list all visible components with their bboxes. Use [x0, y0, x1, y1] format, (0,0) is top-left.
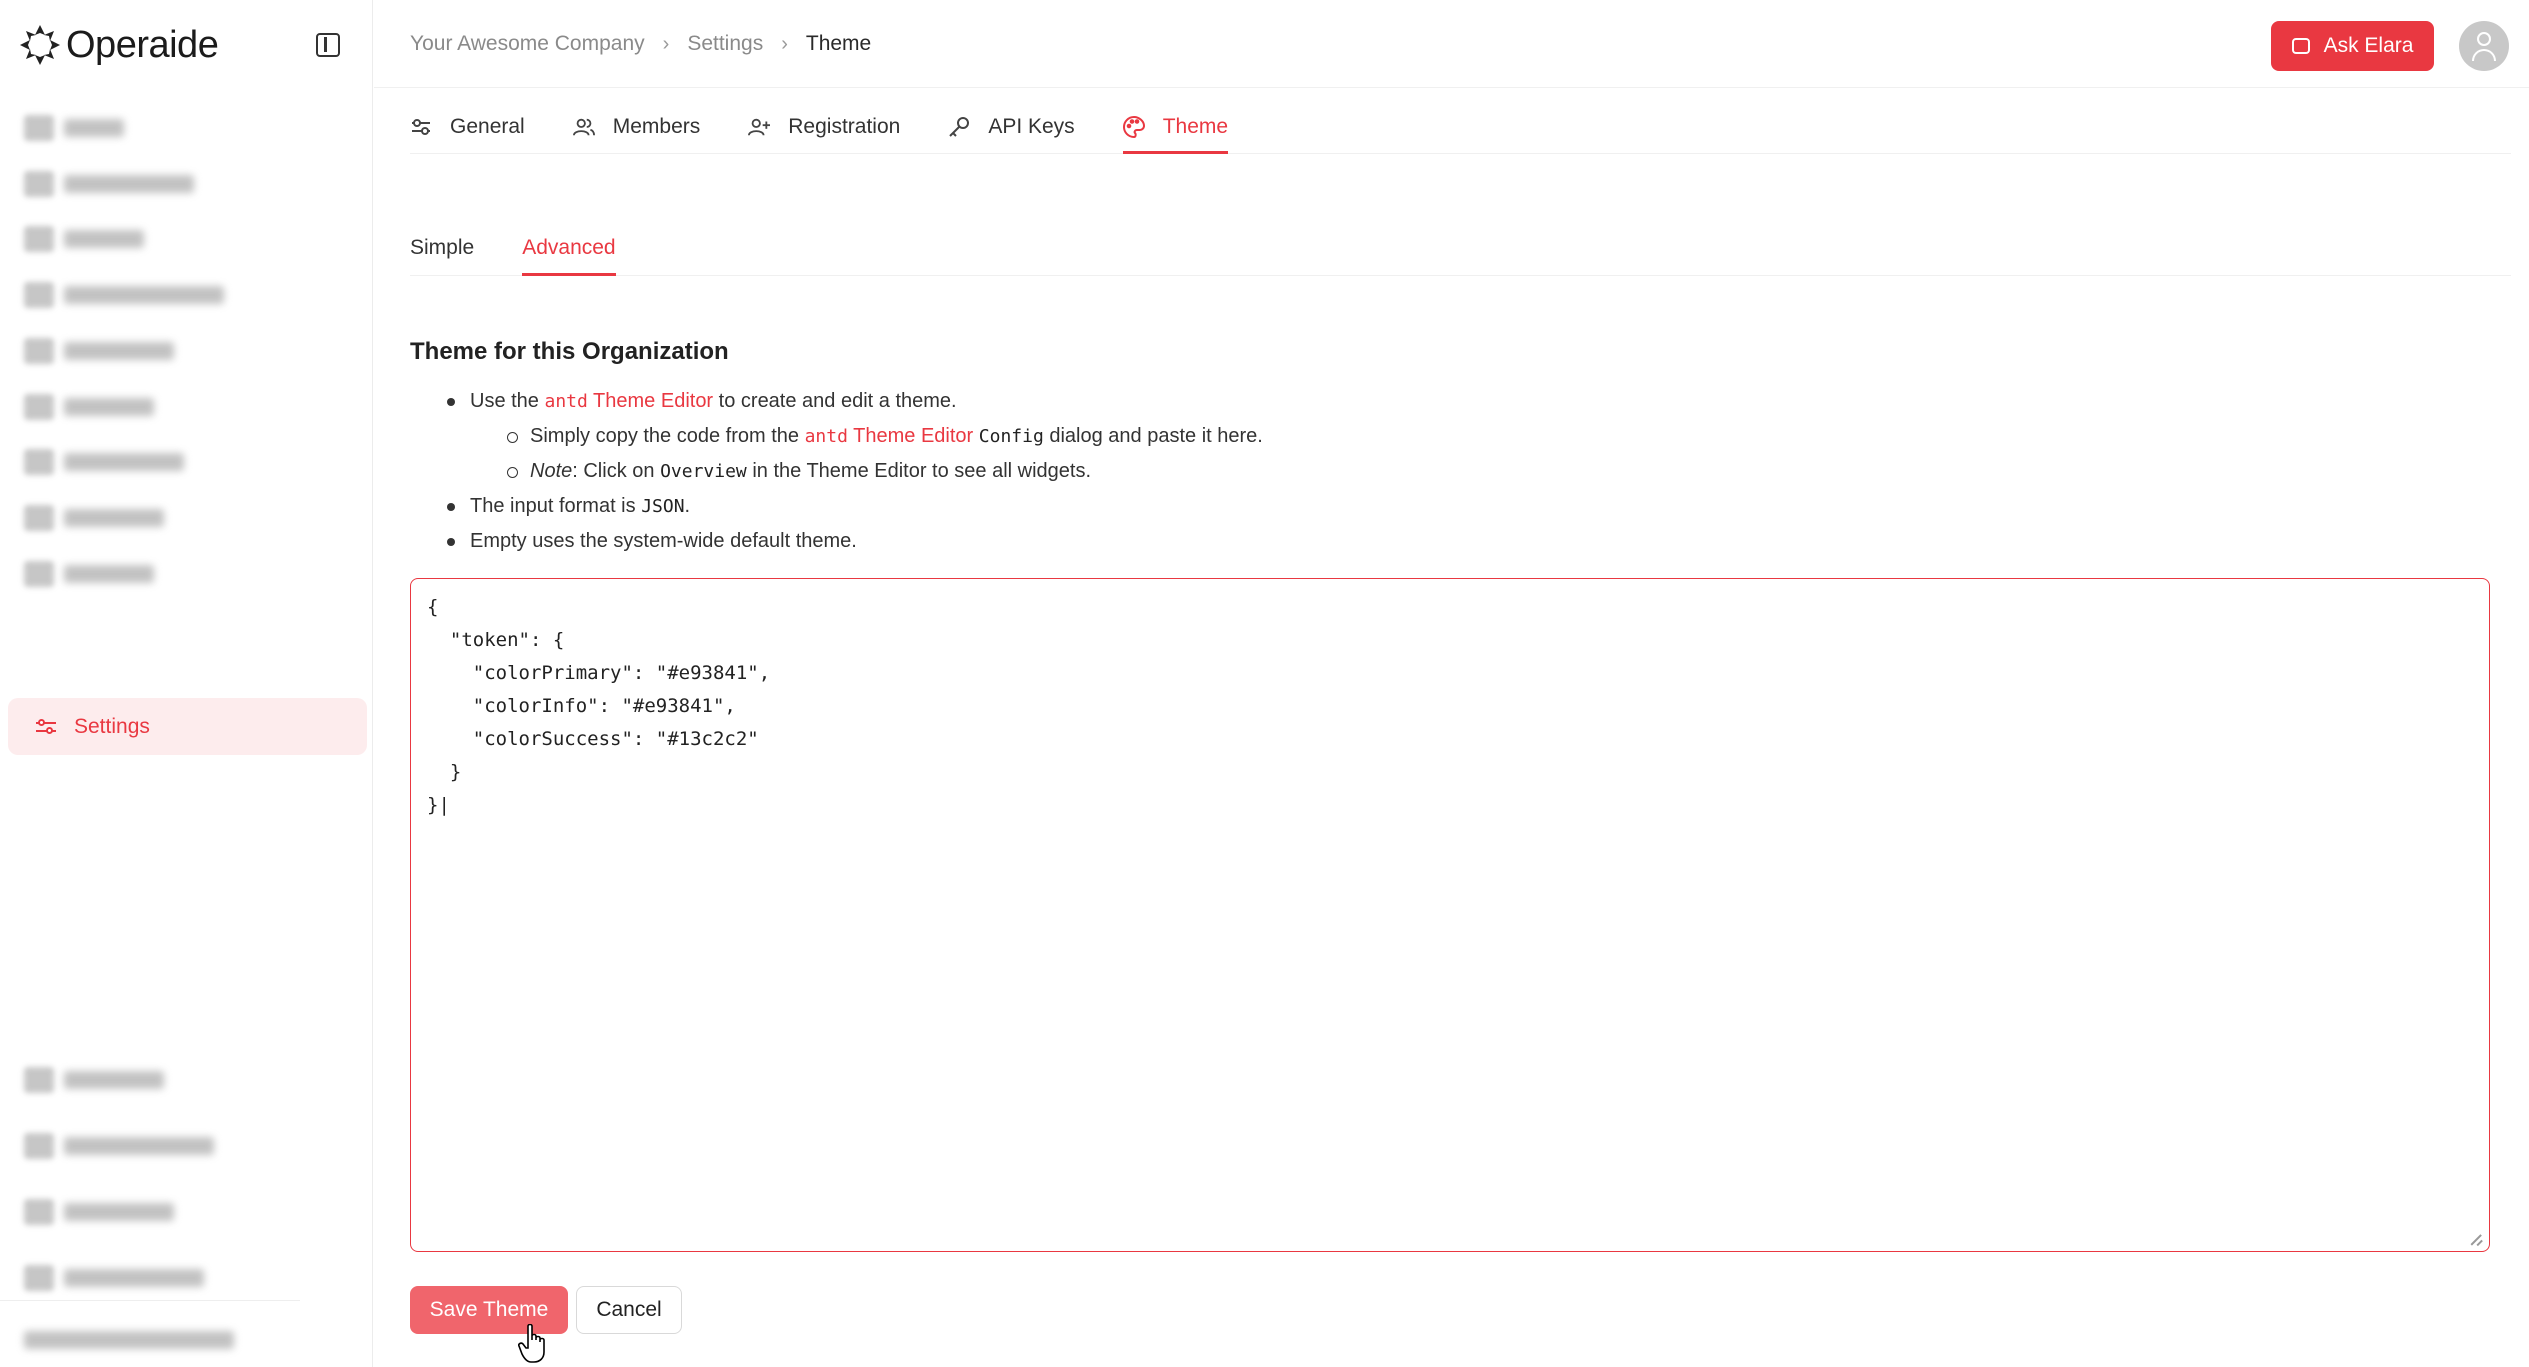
redacted-icon [24, 171, 54, 197]
chevron-right-icon: › [781, 32, 788, 55]
theme-json-editor[interactable]: { "token": { "colorPrimary": "#e93841", … [410, 578, 2490, 1252]
sidebar-item-settings[interactable]: Settings [8, 698, 367, 755]
redacted-icon [24, 505, 54, 531]
breadcrumb-company[interactable]: Your Awesome Company [410, 32, 645, 56]
palette-icon [1122, 116, 1145, 138]
ask-elara-button[interactable]: Ask Elara [2271, 21, 2434, 71]
sidebar-item-redacted[interactable] [24, 389, 154, 425]
sidebar-item-redacted[interactable] [24, 221, 144, 257]
instructions-list: Use the antd Theme Editor to create and … [410, 384, 1263, 559]
tab-label: Theme [1162, 115, 1229, 138]
tab-label: General [450, 115, 525, 138]
settings-sliders-icon [36, 718, 56, 736]
sidebar-divider [0, 1300, 300, 1301]
users-icon [572, 116, 595, 138]
tab-label: Registration [788, 115, 901, 138]
sidebar-item-redacted[interactable] [24, 1194, 174, 1230]
section-title: Theme for this Organization [410, 338, 729, 365]
list-item: Use the antd Theme Editor to create and … [410, 384, 1263, 419]
redacted-icon [24, 282, 54, 308]
inline-code: antd [544, 391, 588, 412]
chevron-right-icon: › [662, 32, 670, 55]
top-header: Your Awesome Company › Settings › Theme … [374, 0, 2529, 88]
ask-elara-label: Ask Elara [2323, 34, 2414, 57]
tab-general[interactable]: General [410, 100, 525, 154]
cancel-button[interactable]: Cancel [576, 1286, 682, 1334]
redacted-icon [24, 115, 54, 141]
tab-advanced[interactable]: Advanced [522, 220, 617, 276]
app-name: Operaide [66, 23, 219, 66]
redacted-icon [24, 1265, 54, 1291]
tab-members[interactable]: Members [572, 100, 701, 154]
sidebar: Operaide Settings [0, 0, 373, 1367]
user-icon [2477, 32, 2491, 46]
inline-code: antd [804, 426, 848, 447]
chat-icon [2291, 38, 2310, 54]
sidebar-item-label: Settings [74, 714, 150, 738]
redacted-icon [24, 449, 54, 475]
key-icon [948, 116, 970, 138]
sidebar-item-redacted[interactable] [24, 1260, 204, 1296]
tab-api-keys[interactable]: API Keys [948, 100, 1075, 154]
tab-theme[interactable]: Theme [1122, 100, 1229, 154]
sidebar-footer-user[interactable] [24, 1322, 234, 1358]
redacted-icon [24, 1199, 54, 1225]
sidebar-item-redacted[interactable] [24, 333, 174, 369]
inline-code: Config [978, 426, 1044, 447]
sidebar-item-redacted[interactable] [24, 110, 124, 146]
breadcrumb: Your Awesome Company › Settings › Theme [410, 32, 871, 56]
tab-simple[interactable]: Simple [410, 220, 474, 276]
breadcrumb-settings[interactable]: Settings [687, 32, 763, 56]
redacted-icon [24, 394, 54, 420]
redacted-icon [24, 1133, 54, 1159]
list-subitem: Simply copy the code from the antd Theme… [410, 419, 1263, 454]
theme-mode-tabs: Simple Advanced [410, 220, 2511, 276]
redacted-icon [24, 226, 54, 252]
theme-editor-link[interactable]: Theme Editor [853, 425, 973, 447]
tab-registration[interactable]: Registration [748, 100, 900, 154]
redacted-icon [24, 1067, 54, 1093]
sidebar-item-redacted[interactable] [24, 444, 184, 480]
redacted-icon [24, 561, 54, 587]
logo[interactable]: Operaide [18, 20, 219, 70]
inline-code: JSON [641, 496, 685, 517]
sidebar-item-redacted[interactable] [24, 1128, 214, 1164]
user-avatar[interactable] [2459, 21, 2509, 71]
operaide-logo-icon [20, 25, 60, 65]
sidebar-item-redacted[interactable] [24, 277, 224, 313]
redacted-icon [24, 338, 54, 364]
sidebar-item-redacted[interactable] [24, 500, 164, 536]
list-item: The input format is JSON. [410, 489, 1263, 524]
tab-label: API Keys [988, 115, 1075, 138]
tab-label: Members [612, 115, 701, 138]
inline-code: Overview [660, 461, 747, 482]
sidebar-item-redacted[interactable] [24, 556, 154, 592]
sliders-icon [410, 116, 432, 138]
list-item: Empty uses the system-wide default theme… [410, 524, 1263, 559]
user-plus-icon [748, 116, 771, 138]
editor-content[interactable]: { "token": { "colorPrimary": "#e93841", … [427, 591, 2473, 822]
resize-handle-icon[interactable] [2471, 1233, 2483, 1245]
theme-editor-link[interactable]: Theme Editor [593, 390, 713, 412]
hand-pointer-cursor-icon [518, 1324, 545, 1363]
list-subitem: Note: Click on Overview in the Theme Edi… [410, 454, 1263, 489]
breadcrumb-current: Theme [805, 32, 872, 55]
sidebar-collapse-icon[interactable] [316, 33, 340, 57]
sidebar-item-redacted[interactable] [24, 166, 194, 202]
settings-tabs: General Members Registration API Keys Th… [410, 100, 2511, 154]
sidebar-item-redacted[interactable] [24, 1062, 164, 1098]
